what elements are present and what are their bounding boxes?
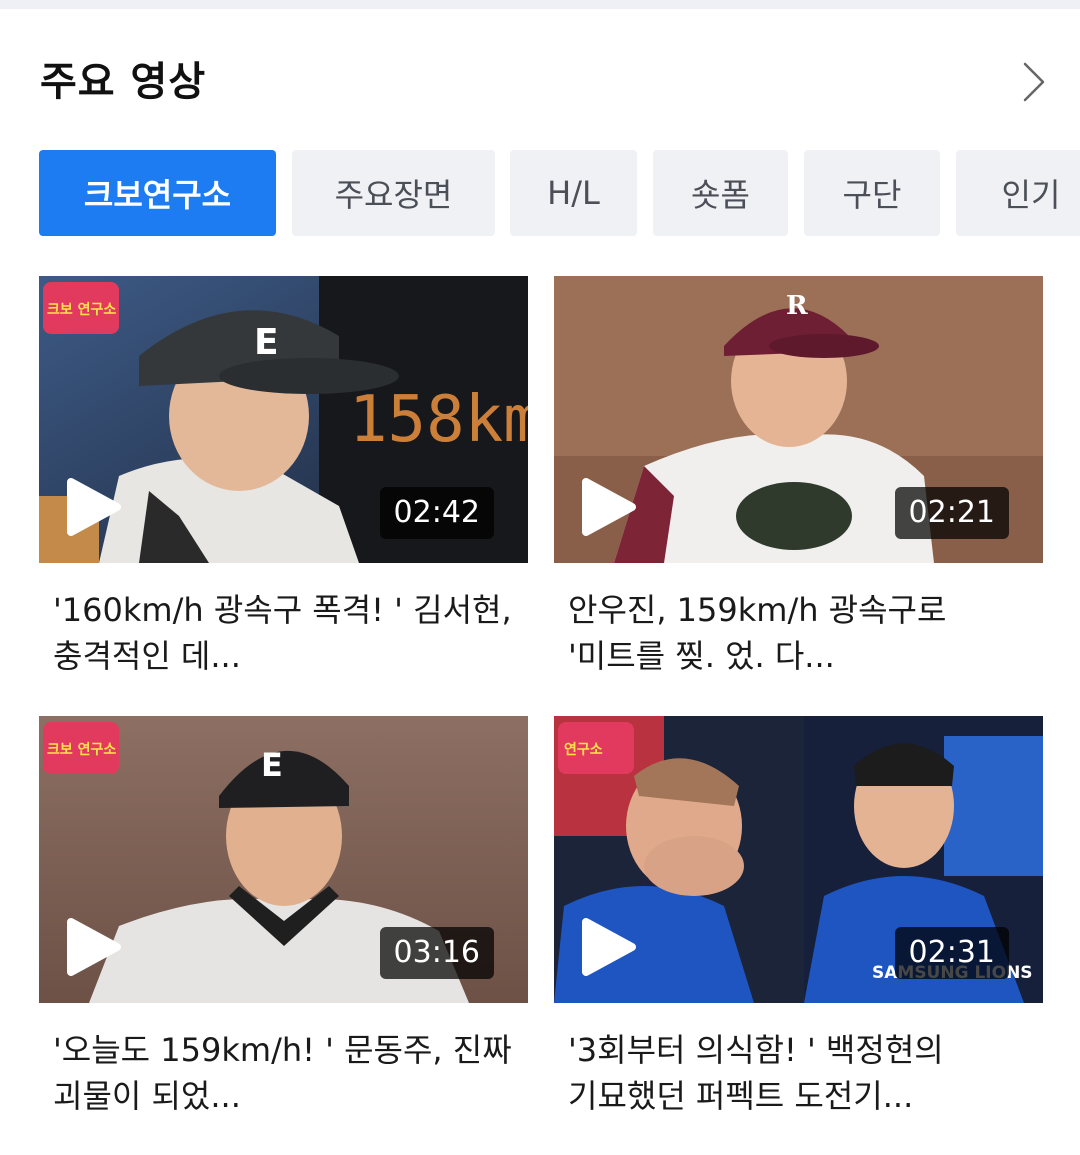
video-card[interactable]: R 02:21 안우진, 159km/h 광속구로 '미트를 찢. 었. 다..… xyxy=(554,276,1043,679)
video-card[interactable]: SAMSUNG LIONS 연구소 02:31 '3회부터 의식함! ' 백정현… xyxy=(554,716,1043,1119)
play-icon[interactable] xyxy=(65,476,123,538)
top-divider xyxy=(0,0,1080,9)
video-duration: 02:31 xyxy=(894,927,1009,979)
video-title[interactable]: 안우진, 159km/h 광속구로 '미트를 찢. 었. 다... xyxy=(568,587,1037,679)
video-duration: 02:42 xyxy=(379,487,494,539)
video-duration: 02:21 xyxy=(894,487,1009,539)
video-thumbnail[interactable]: SAMSUNG LIONS 연구소 02:31 xyxy=(554,716,1043,1003)
video-title[interactable]: '160km/h 광속구 폭격! ' 김서현, 충격적인 데... xyxy=(53,587,522,679)
svg-text:연구소: 연구소 xyxy=(564,742,603,758)
svg-text:R: R xyxy=(786,291,808,321)
video-card[interactable]: E 158km 크보 연구소 02:42 '160km/h 광속구 폭격! ' … xyxy=(39,276,528,679)
video-thumbnail[interactable]: E 158km 크보 연구소 02:42 xyxy=(39,276,528,563)
video-thumbnail[interactable]: R 02:21 xyxy=(554,276,1043,563)
tab-key-scenes[interactable]: 주요장면 xyxy=(292,150,495,236)
video-title[interactable]: '오늘도 159km/h! ' 문동주, 진짜 괴물이 되었... xyxy=(53,1027,522,1119)
svg-text:E: E xyxy=(261,746,283,784)
play-icon[interactable] xyxy=(580,916,638,978)
tab-popular[interactable]: 인기 xyxy=(956,150,1080,236)
play-icon[interactable] xyxy=(65,916,123,978)
tab-kbo-lab[interactable]: 크보연구소 xyxy=(39,150,276,236)
category-tabs: 크보연구소 주요장면 H/L 숏폼 구단 인기 xyxy=(39,150,1080,236)
video-card[interactable]: E 크보 연구소 03:16 '오늘도 159km/h! ' 문동주, 진짜 괴… xyxy=(39,716,528,1119)
tab-highlights[interactable]: H/L xyxy=(510,150,637,236)
kbo-lab-logo: 크보 연구소 xyxy=(43,282,119,334)
tab-teams[interactable]: 구단 xyxy=(804,150,940,236)
section-title: 주요 영상 xyxy=(40,59,207,105)
play-icon[interactable] xyxy=(580,476,638,538)
scoreboard-text: 158km xyxy=(349,383,528,457)
video-title[interactable]: '3회부터 의식함! ' 백정현의 기묘했던 퍼펙트 도전기... xyxy=(568,1027,1037,1119)
kbo-lab-logo: 크보 연구소 xyxy=(43,722,119,774)
tab-shortform[interactable]: 숏폼 xyxy=(653,150,788,236)
kbo-lab-logo: 연구소 xyxy=(558,722,634,774)
section-header: 주요 영상 xyxy=(40,52,1050,116)
chevron-right-icon[interactable] xyxy=(1018,58,1050,106)
svg-text:E: E xyxy=(254,322,279,363)
video-thumbnail[interactable]: E 크보 연구소 03:16 xyxy=(39,716,528,1003)
svg-text:크보 연구소: 크보 연구소 xyxy=(47,302,116,318)
video-duration: 03:16 xyxy=(379,927,494,979)
svg-text:크보 연구소: 크보 연구소 xyxy=(47,742,116,758)
